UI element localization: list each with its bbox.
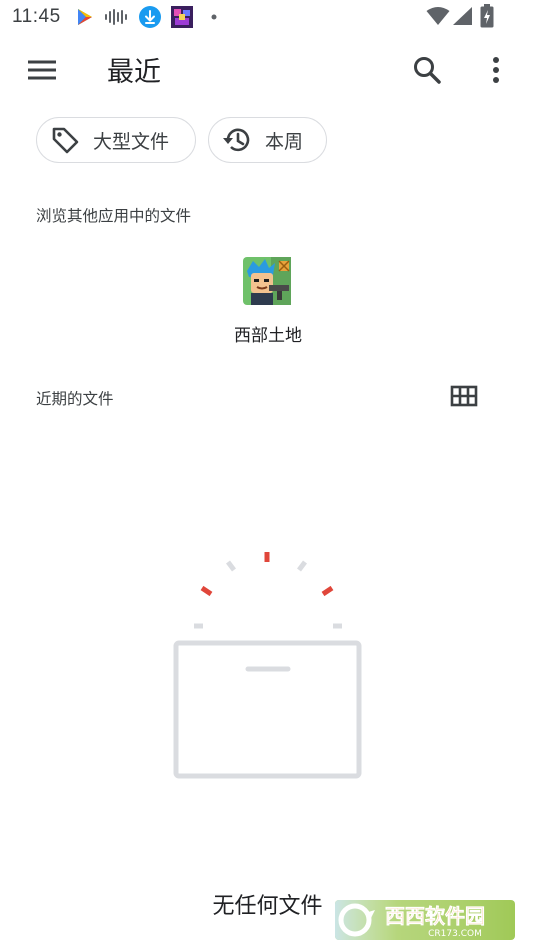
more-notifications-dot-icon bbox=[211, 14, 217, 20]
page-title: 最近 bbox=[107, 57, 161, 88]
app-bar: 最近 bbox=[0, 34, 535, 106]
audio-wave-notification-icon bbox=[105, 9, 127, 25]
status-bar: 11:45 bbox=[0, 0, 535, 34]
status-time: 11:45 bbox=[12, 6, 61, 27]
app-shortcut-western-land[interactable]: 西部土地 bbox=[220, 255, 316, 347]
tag-icon bbox=[49, 124, 81, 156]
play-store-notification-icon bbox=[78, 9, 92, 25]
empty-folder-illustration bbox=[173, 552, 362, 779]
app-shortcut-label: 西部土地 bbox=[234, 326, 302, 346]
chip-large-files-label: 大型文件 bbox=[93, 130, 170, 153]
search-icon[interactable] bbox=[408, 51, 446, 89]
browse-section-heading: 浏览其他应用中的文件 bbox=[36, 207, 192, 225]
chip-this-week-label: 本周 bbox=[265, 130, 304, 153]
battery-charging-icon bbox=[480, 4, 494, 28]
history-icon bbox=[221, 124, 253, 156]
grid-view-icon[interactable] bbox=[449, 383, 479, 411]
more-vert-icon[interactable] bbox=[478, 51, 514, 89]
game-thumbnail-notification-icon bbox=[171, 6, 193, 28]
recent-files-screen: 11:45 最近 大型文件 本周 浏览其他应用中的文件 西部土地 近期的文件 无… bbox=[0, 0, 535, 950]
svg-text:西西软件园: 西西软件园 bbox=[385, 904, 485, 928]
chip-this-week[interactable]: 本周 bbox=[208, 117, 327, 163]
recent-section-heading: 近期的文件 bbox=[36, 390, 114, 408]
hamburger-menu-icon[interactable] bbox=[22, 54, 60, 86]
svg-text:CR173.COM: CR173.COM bbox=[428, 929, 482, 939]
game-app-icon bbox=[243, 257, 291, 305]
site-watermark-logo: 西西软件园 CR173.COM bbox=[335, 900, 515, 940]
wifi-icon bbox=[426, 7, 450, 25]
cellular-signal-icon bbox=[453, 7, 472, 25]
download-notification-icon bbox=[139, 6, 161, 28]
chip-large-files[interactable]: 大型文件 bbox=[36, 117, 196, 163]
